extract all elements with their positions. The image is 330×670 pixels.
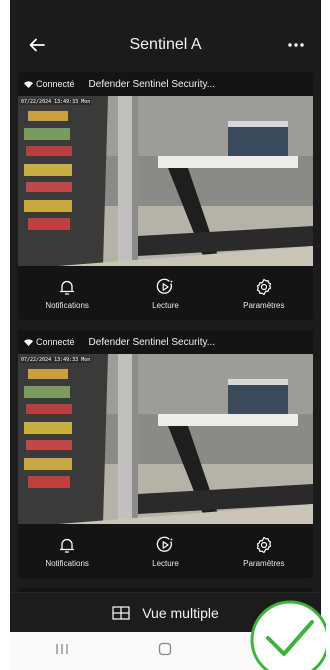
settings-button[interactable]: Paramètres (219, 536, 309, 568)
camera-feed-image (18, 96, 313, 266)
camera-actions: Notifications Lecture Paramètres (18, 524, 313, 578)
checkmark-icon (250, 600, 326, 670)
playback-button[interactable]: Lecture (120, 536, 210, 568)
home-button[interactable] (158, 642, 172, 661)
gear-icon (256, 278, 271, 296)
settings-label: Paramètres (243, 559, 285, 568)
more-horizontal-icon (288, 43, 304, 47)
camera-feed-image (18, 354, 313, 524)
home-icon (159, 642, 172, 655)
playback-button[interactable]: Lecture (120, 278, 210, 310)
status-bar (10, 0, 321, 26)
grid-icon (112, 606, 130, 620)
back-button[interactable] (24, 32, 50, 58)
camera-feed[interactable]: 07/22/2024 13:49:33 Mon (18, 354, 313, 524)
connection-status: Connecté (24, 337, 75, 347)
gear-icon (256, 536, 271, 554)
playback-icon (157, 536, 173, 552)
camera-card-header: Connecté Defender Sentinel Security... (18, 330, 313, 354)
camera-actions: Notifications Lecture Paramètres (18, 266, 313, 320)
playback-label: Lecture (152, 301, 179, 310)
app-screen: Sentinel A Connecté Defender Sentinel Se… (10, 0, 321, 670)
playback-icon (157, 278, 173, 294)
device-name: Defender Sentinel Security... (88, 78, 216, 90)
more-button[interactable] (283, 32, 309, 58)
camera-feed[interactable]: 07/22/2024 13:49:33 Mon (18, 96, 313, 266)
app-header: Sentinel A (10, 26, 321, 64)
feed-timestamp: 07/22/2024 13:49:33 Mon (20, 99, 92, 105)
recent-apps-icon (56, 644, 68, 654)
notifications-label: Notifications (45, 558, 89, 568)
camera-card: Connecté Defender Sentinel Security... 0… (18, 72, 313, 320)
recent-apps-button[interactable] (55, 642, 69, 660)
arrow-left-icon (29, 38, 45, 52)
settings-label: Paramètres (243, 301, 285, 310)
device-name: Defender Sentinel Security... (88, 336, 216, 348)
connection-status-label: Connecté (36, 337, 75, 347)
camera-card: Connecté Defender Sentinel Security... 0… (18, 330, 313, 578)
wifi-icon (24, 80, 33, 88)
bell-icon (60, 280, 75, 295)
wifi-icon (24, 338, 33, 346)
settings-button[interactable]: Paramètres (219, 278, 309, 310)
playback-label: Lecture (152, 559, 179, 568)
page-title: Sentinel A (129, 36, 202, 53)
notifications-label: Notifications (45, 300, 89, 310)
camera-card-header: Connecté Defender Sentinel Security... (18, 72, 313, 96)
connection-status-label: Connecté (36, 79, 75, 89)
notifications-button[interactable]: Notifications (22, 537, 112, 568)
notifications-button[interactable]: Notifications (22, 279, 112, 310)
bell-icon (60, 538, 75, 553)
connection-status: Connecté (24, 79, 75, 89)
multi-view-label: Vue multiple (142, 605, 219, 621)
feed-timestamp: 07/22/2024 13:49:33 Mon (20, 357, 92, 363)
